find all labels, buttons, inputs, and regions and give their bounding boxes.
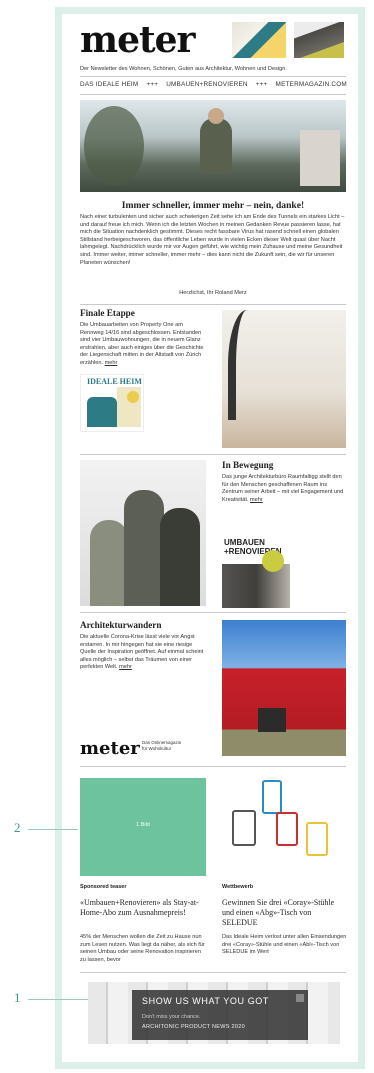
callout-line-1 [28, 999, 88, 1000]
callout-line-2 [28, 829, 78, 830]
popup-subtitle: Don't miss your chance. [142, 1014, 201, 1020]
promo-body-umbauen: 45% der Menschen wollen die Zeit zu Haus… [80, 934, 205, 963]
more-link[interactable]: mehr [105, 360, 118, 366]
meter-logo-small[interactable]: meter [80, 738, 140, 759]
newsletter-card: meter Der Newsletter des Wohnen, Schönen… [62, 14, 358, 1062]
promo-title-umbauen[interactable]: «Umbauen+Renovieren» als Stay-at-Home-Ab… [80, 898, 208, 918]
team-photo[interactable] [80, 460, 206, 606]
more-link[interactable]: mehr [119, 664, 132, 670]
article-title-finale-etappe[interactable]: Finale Etappe [80, 308, 135, 318]
architonic-popup-ad[interactable]: SHOW US WHAT YOU GOT Don't miss your cha… [88, 982, 340, 1044]
divider [80, 76, 346, 77]
divider [80, 454, 346, 455]
nav-separator: +++ [255, 81, 268, 88]
meter-logo-subtitle: Das Onlinemagazin für Wohnkultur [142, 740, 182, 751]
promo-body-wettbewerb: Das Ideale Heim verlost unter allen Eins… [222, 934, 347, 956]
divider [80, 304, 346, 305]
intro-signature: Herzlichst, Ihr Roland Merz [179, 290, 247, 296]
sponsored-label: Sponsored teaser [80, 884, 127, 890]
meter-logo[interactable]: meter [80, 22, 195, 58]
article-body-architekturwandern: Die aktuelle Corona-Krise lässt viele vo… [80, 634, 204, 671]
close-icon[interactable] [296, 994, 304, 1002]
sponsored-teaser-image[interactable]: 1 Bild [80, 778, 206, 876]
red-house-photo[interactable] [222, 620, 346, 756]
article-body-finale-etappe: Die Umbauarbeiten von Property One am Re… [80, 322, 204, 366]
wettbewerb-label: Wettbewerb [222, 884, 254, 890]
nav-link-umbauen[interactable]: UMBAUEN+RENOVIEREN [166, 81, 248, 88]
hero-image[interactable] [80, 100, 346, 192]
article-body-in-bewegung: Das junge Architekturbüro Raumfaltigg st… [222, 474, 344, 503]
promo-title-wettbewerb[interactable]: Gewinnen Sie drei «Coray»-Stühle und ein… [222, 898, 348, 928]
nav-link-ideale-heim[interactable]: DAS IDEALE HEIM [80, 81, 138, 88]
divider [80, 766, 346, 767]
divider [80, 972, 346, 973]
top-nav: DAS IDEALE HEIM +++ UMBAUEN+RENOVIEREN +… [80, 81, 347, 88]
intro-body: Nach einer turbulenten und sicher auch s… [80, 214, 345, 266]
more-link[interactable]: mehr [250, 497, 263, 503]
intro-title: Immer schneller, immer mehr – nein, dank… [121, 200, 305, 211]
popup-name: ARCHITONIC PRODUCT NEWS 2020 [142, 1024, 245, 1030]
tagline: Der Newsletter des Wohnen, Schönen, Gute… [80, 66, 287, 72]
umbauen-cover[interactable]: UMBAUEN +RENOVIEREN [222, 536, 290, 608]
nav-separator: +++ [146, 81, 159, 88]
article-title-in-bewegung[interactable]: In Bewegung [222, 460, 273, 470]
divider [80, 612, 346, 613]
umbauen-cover-thumb[interactable] [294, 22, 344, 58]
nav-link-metermagazin[interactable]: METERMAGAZIN.COM [276, 81, 347, 88]
article-title-architekturwandern[interactable]: Architekturwandern [80, 620, 162, 630]
interior-photo[interactable] [222, 310, 346, 448]
popup-title: SHOW US WHAT YOU GOT [142, 996, 270, 1006]
divider [80, 94, 346, 95]
chairs-image[interactable] [222, 776, 346, 876]
ideale-heim-cover-thumb[interactable] [232, 22, 286, 58]
callout-1: 1 [14, 990, 21, 1005]
callout-2: 2 [14, 820, 21, 835]
ideale-heim-cover[interactable]: IDEALE HEIM [80, 374, 144, 432]
